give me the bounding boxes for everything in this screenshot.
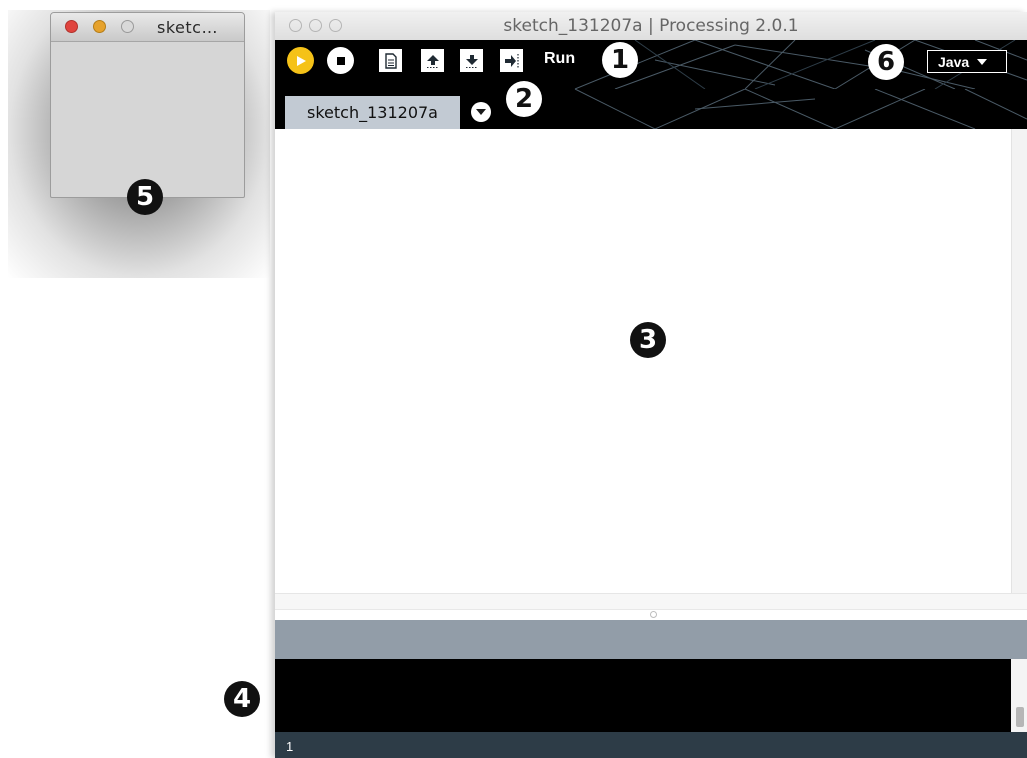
window-title: sketch_131207a | Processing 2.0.1: [503, 16, 799, 36]
editor-horizontal-scrollbar[interactable]: [275, 593, 1027, 609]
open-button[interactable]: [421, 49, 444, 72]
up-arrow-icon: [426, 54, 439, 68]
editor-vertical-scrollbar[interactable]: [1011, 129, 1027, 603]
mode-select[interactable]: Java: [927, 50, 1007, 73]
toolbar-hover-label: Run: [544, 50, 576, 67]
chevron-down-icon: [977, 58, 988, 65]
tab-sketch[interactable]: sketch_131207a: [285, 96, 460, 129]
console[interactable]: [275, 659, 1011, 732]
console-scrollbar-thumb[interactable]: [1016, 707, 1024, 727]
code-editor[interactable]: [275, 129, 1011, 603]
export-button[interactable]: [500, 49, 523, 72]
close-button[interactable]: [65, 20, 78, 33]
line-number: 1: [286, 739, 294, 754]
tab-menu-button[interactable]: [471, 102, 491, 122]
status-bar: 1: [275, 732, 1027, 758]
callout-6: 6: [868, 44, 904, 80]
callout-2: 2: [506, 81, 542, 117]
splitter-grip-icon: [650, 611, 657, 618]
new-button[interactable]: [379, 49, 402, 72]
message-area: [275, 620, 1027, 659]
callout-3: 3: [630, 322, 666, 358]
mode-select-value: Java: [938, 53, 970, 70]
document-icon: [384, 52, 397, 69]
sketch-window-title: sketc…: [157, 18, 218, 37]
toolbar: Run Java: [275, 40, 1027, 89]
stop-button[interactable]: [327, 47, 354, 74]
play-icon: [296, 55, 306, 66]
zoom-button[interactable]: [121, 20, 134, 33]
callout-5: 5: [127, 179, 163, 215]
chevron-down-icon: [476, 109, 486, 115]
tab-bar: sketch_131207a: [275, 89, 1027, 129]
sketch-window[interactable]: sketc…: [50, 12, 245, 198]
callout-1: 1: [602, 42, 638, 78]
run-button[interactable]: [287, 47, 314, 74]
callout-4: 4: [224, 681, 260, 717]
export-arrow-icon: [504, 53, 519, 68]
minimize-button[interactable]: [93, 20, 106, 33]
splitter-handle[interactable]: [275, 609, 1027, 620]
stop-icon: [336, 56, 345, 65]
processing-window: sketch_131207a | Processing 2.0.1 Run Ja…: [275, 12, 1027, 758]
console-scrollbar[interactable]: [1011, 659, 1027, 732]
save-button[interactable]: [460, 49, 483, 72]
sketch-window-titlebar[interactable]: sketc…: [51, 13, 244, 42]
down-arrow-icon: [465, 54, 478, 68]
window-titlebar[interactable]: sketch_131207a | Processing 2.0.1: [275, 12, 1027, 41]
